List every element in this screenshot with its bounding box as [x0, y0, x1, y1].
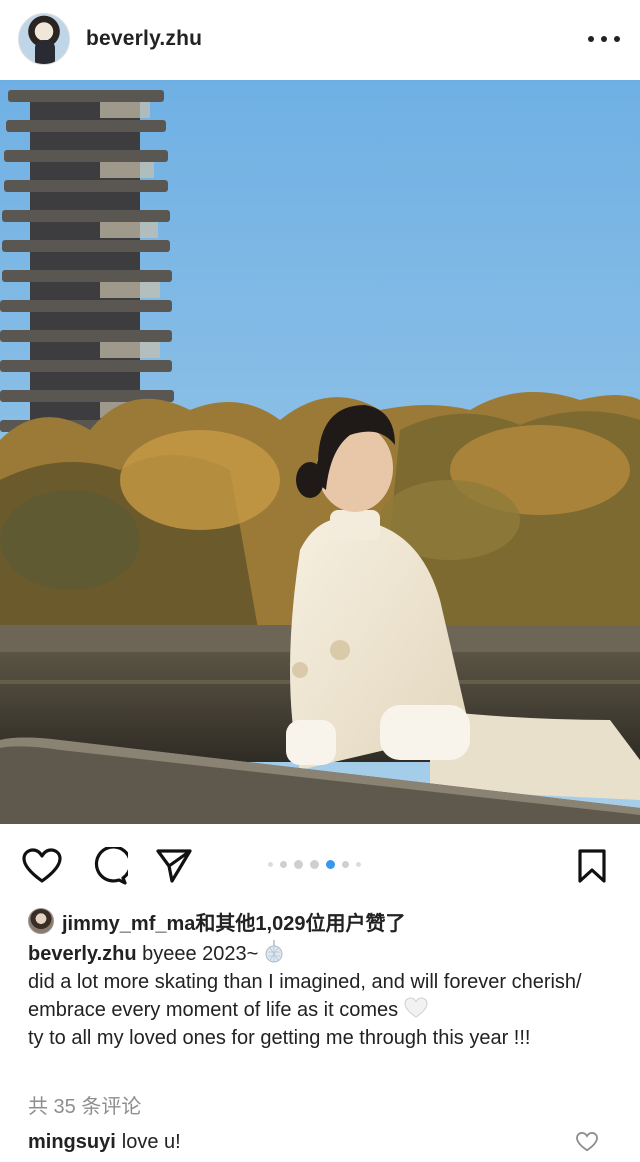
- comment-heart-icon[interactable]: [576, 1132, 598, 1152]
- send-icon[interactable]: [152, 844, 196, 888]
- carousel-indicator: [268, 860, 361, 869]
- carousel-dot: [280, 861, 287, 868]
- white-heart-emoji-icon: [404, 997, 428, 1018]
- caption-line-3: ty to all my loved ones for getting me t…: [28, 1027, 531, 1049]
- carousel-dot: [268, 862, 273, 867]
- post-photo[interactable]: [0, 80, 640, 824]
- post-header: beverly.zhu: [0, 0, 640, 78]
- caption-line-1: byeee 2023~: [142, 943, 259, 965]
- comment-text: love u!: [121, 1130, 181, 1153]
- caption-line-2: did a lot more skating than I imagined, …: [28, 971, 582, 1021]
- comment-item: mingsuyi love u!: [28, 1128, 620, 1156]
- comment-username[interactable]: mingsuyi: [28, 1131, 116, 1154]
- post-caption: beverly.zhu byeee 2023~ did a lot more s…: [28, 940, 608, 1052]
- disco-ball-emoji-icon: [265, 940, 283, 963]
- post-username[interactable]: beverly.zhu: [86, 27, 202, 51]
- carousel-dot: [310, 860, 319, 869]
- liker-username[interactable]: jimmy_mf_ma: [62, 913, 195, 935]
- carousel-dot: [342, 861, 349, 868]
- bookmark-icon[interactable]: [570, 844, 614, 888]
- comment-bubble-icon[interactable]: [87, 844, 131, 888]
- user-avatar[interactable]: [18, 13, 70, 65]
- likes-summary: jimmy_mf_ma和其他1,029位用户赞了: [28, 906, 405, 936]
- likes-text[interactable]: jimmy_mf_ma和其他1,029位用户赞了: [62, 907, 405, 936]
- view-comments-link[interactable]: 共 35 条评论: [28, 1090, 141, 1119]
- heart-icon[interactable]: [20, 844, 64, 888]
- post-actions: [0, 836, 640, 894]
- likes-count-text[interactable]: 和其他1,029位用户赞了: [195, 913, 405, 935]
- caption-username[interactable]: beverly.zhu: [28, 943, 137, 965]
- liker-avatar[interactable]: [28, 908, 54, 934]
- carousel-dot-active: [326, 860, 335, 869]
- carousel-dot: [294, 860, 303, 869]
- carousel-dot: [356, 862, 361, 867]
- more-options-icon[interactable]: [588, 29, 620, 49]
